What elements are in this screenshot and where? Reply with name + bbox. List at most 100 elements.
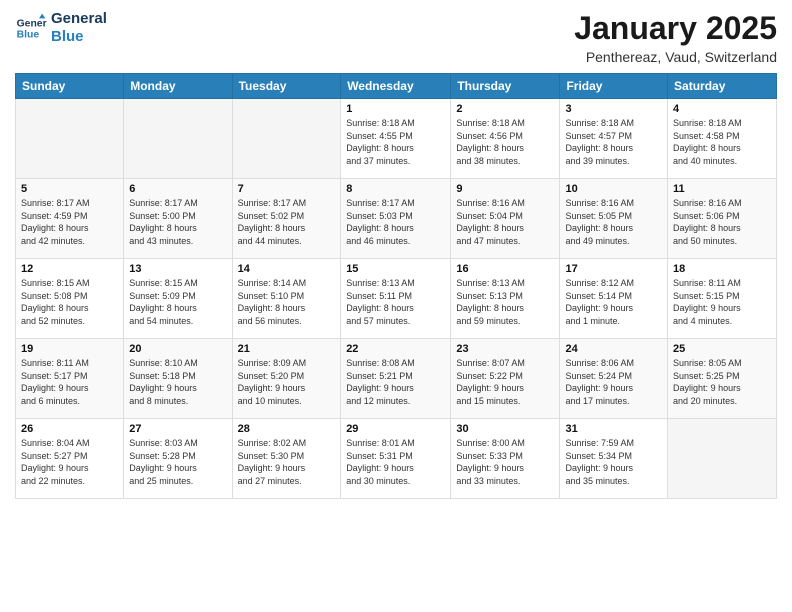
table-row: 24 Sunrise: 8:06 AM Sunset: 5:24 PM Dayli… (560, 339, 668, 419)
day-info: Sunrise: 8:01 AM Sunset: 5:31 PM Dayligh… (346, 437, 445, 487)
table-row: 15 Sunrise: 8:13 AM Sunset: 5:11 PM Dayli… (341, 259, 451, 339)
day-info: Sunrise: 8:18 AM Sunset: 4:58 PM Dayligh… (673, 117, 771, 167)
day-info: Sunrise: 8:04 AM Sunset: 5:27 PM Dayligh… (21, 437, 118, 487)
logo: General Blue GeneralBlue (15, 10, 107, 46)
day-number: 22 (346, 343, 445, 355)
day-number: 17 (565, 263, 662, 275)
day-number: 14 (238, 263, 336, 275)
day-number: 6 (129, 183, 226, 195)
day-number: 28 (238, 423, 336, 435)
table-row: 6 Sunrise: 8:17 AM Sunset: 5:00 PM Daylig… (124, 179, 232, 259)
day-number: 8 (346, 183, 445, 195)
logo-text: GeneralBlue (51, 10, 107, 46)
table-row: 20 Sunrise: 8:10 AM Sunset: 5:18 PM Dayli… (124, 339, 232, 419)
table-row: 8Sunrise: 8:17 AM Sunset: 5:03 PM Daylig… (341, 179, 451, 259)
day-number: 26 (21, 423, 118, 435)
month-title: January 2025 (574, 10, 777, 47)
svg-text:Blue: Blue (17, 30, 40, 41)
table-row: 5 Sunrise: 8:17 AM Sunset: 4:59 PM Daylig… (16, 179, 124, 259)
table-row: 12 Sunrise: 8:15 AM Sunset: 5:08 PM Dayli… (16, 259, 124, 339)
day-info: Sunrise: 8:16 AM Sunset: 5:06 PM Dayligh… (673, 197, 771, 247)
calendar-header-row: Sunday Monday Tuesday Wednesday Thursday… (16, 74, 777, 99)
day-info: Sunrise: 8:16 AM Sunset: 5:05 PM Dayligh… (565, 197, 662, 247)
day-number: 13 (129, 263, 226, 275)
table-row: 25 Sunrise: 8:05 AM Sunset: 5:25 PM Dayli… (668, 339, 777, 419)
table-row (668, 419, 777, 499)
col-tuesday: Tuesday (232, 74, 341, 99)
day-info: Sunrise: 8:13 AM Sunset: 5:11 PM Dayligh… (346, 277, 445, 327)
day-info: Sunrise: 8:18 AM Sunset: 4:56 PM Dayligh… (456, 117, 554, 167)
col-sunday: Sunday (16, 74, 124, 99)
day-info: Sunrise: 8:09 AM Sunset: 5:20 PM Dayligh… (238, 357, 336, 407)
calendar-week-5: 26 Sunrise: 8:04 AM Sunset: 5:27 PM Dayli… (16, 419, 777, 499)
page: General Blue GeneralBlue January 2025 Pe… (0, 0, 792, 612)
day-info: Sunrise: 8:18 AM Sunset: 4:55 PM Dayligh… (346, 117, 445, 167)
title-block: January 2025 Penthereaz, Vaud, Switzerla… (574, 10, 777, 65)
day-number: 18 (673, 263, 771, 275)
col-saturday: Saturday (668, 74, 777, 99)
day-info: Sunrise: 8:11 AM Sunset: 5:15 PM Dayligh… (673, 277, 771, 327)
svg-text:General: General (17, 18, 47, 29)
day-number: 30 (456, 423, 554, 435)
day-number: 15 (346, 263, 445, 275)
table-row: 17 Sunrise: 8:12 AM Sunset: 5:14 PM Dayli… (560, 259, 668, 339)
day-number: 23 (456, 343, 554, 355)
table-row: 21 Sunrise: 8:09 AM Sunset: 5:20 PM Dayli… (232, 339, 341, 419)
table-row: 13Sunrise: 8:15 AM Sunset: 5:09 PM Dayli… (124, 259, 232, 339)
table-row: 10Sunrise: 8:16 AM Sunset: 5:05 PM Dayli… (560, 179, 668, 259)
day-number: 12 (21, 263, 118, 275)
day-number: 5 (21, 183, 118, 195)
calendar: Sunday Monday Tuesday Wednesday Thursday… (15, 73, 777, 499)
calendar-week-1: 1 Sunrise: 8:18 AM Sunset: 4:55 PM Daylig… (16, 99, 777, 179)
table-row: 14Sunrise: 8:14 AM Sunset: 5:10 PM Dayli… (232, 259, 341, 339)
day-number: 20 (129, 343, 226, 355)
day-number: 3 (565, 103, 662, 115)
table-row: 26 Sunrise: 8:04 AM Sunset: 5:27 PM Dayli… (16, 419, 124, 499)
table-row: 7Sunrise: 8:17 AM Sunset: 5:02 PM Daylig… (232, 179, 341, 259)
table-row: 23 Sunrise: 8:07 AM Sunset: 5:22 PM Dayli… (451, 339, 560, 419)
day-info: Sunrise: 8:17 AM Sunset: 4:59 PM Dayligh… (21, 197, 118, 247)
day-number: 9 (456, 183, 554, 195)
col-friday: Friday (560, 74, 668, 99)
day-info: Sunrise: 8:15 AM Sunset: 5:08 PM Dayligh… (21, 277, 118, 327)
day-info: Sunrise: 8:17 AM Sunset: 5:02 PM Dayligh… (238, 197, 336, 247)
table-row: 3 Sunrise: 8:18 AM Sunset: 4:57 PM Daylig… (560, 99, 668, 179)
day-info: Sunrise: 8:16 AM Sunset: 5:04 PM Dayligh… (456, 197, 554, 247)
col-thursday: Thursday (451, 74, 560, 99)
day-number: 31 (565, 423, 662, 435)
calendar-week-4: 19Sunrise: 8:11 AM Sunset: 5:17 PM Dayli… (16, 339, 777, 419)
table-row: 9 Sunrise: 8:16 AM Sunset: 5:04 PM Daylig… (451, 179, 560, 259)
day-info: Sunrise: 8:05 AM Sunset: 5:25 PM Dayligh… (673, 357, 771, 407)
day-number: 25 (673, 343, 771, 355)
day-info: Sunrise: 8:08 AM Sunset: 5:21 PM Dayligh… (346, 357, 445, 407)
table-row (232, 99, 341, 179)
day-info: Sunrise: 8:10 AM Sunset: 5:18 PM Dayligh… (129, 357, 226, 407)
day-info: Sunrise: 8:17 AM Sunset: 5:00 PM Dayligh… (129, 197, 226, 247)
day-number: 1 (346, 103, 445, 115)
table-row: 1 Sunrise: 8:18 AM Sunset: 4:55 PM Daylig… (341, 99, 451, 179)
day-number: 24 (565, 343, 662, 355)
day-number: 27 (129, 423, 226, 435)
table-row (124, 99, 232, 179)
day-info: Sunrise: 8:12 AM Sunset: 5:14 PM Dayligh… (565, 277, 662, 327)
day-info: Sunrise: 8:11 AM Sunset: 5:17 PM Dayligh… (21, 357, 118, 407)
col-wednesday: Wednesday (341, 74, 451, 99)
day-info: Sunrise: 8:06 AM Sunset: 5:24 PM Dayligh… (565, 357, 662, 407)
day-info: Sunrise: 8:13 AM Sunset: 5:13 PM Dayligh… (456, 277, 554, 327)
table-row: 2Sunrise: 8:18 AM Sunset: 4:56 PM Daylig… (451, 99, 560, 179)
day-number: 21 (238, 343, 336, 355)
day-info: Sunrise: 8:00 AM Sunset: 5:33 PM Dayligh… (456, 437, 554, 487)
day-info: Sunrise: 8:18 AM Sunset: 4:57 PM Dayligh… (565, 117, 662, 167)
table-row: 4Sunrise: 8:18 AM Sunset: 4:58 PM Daylig… (668, 99, 777, 179)
day-number: 29 (346, 423, 445, 435)
calendar-week-2: 5 Sunrise: 8:17 AM Sunset: 4:59 PM Daylig… (16, 179, 777, 259)
logo-icon: General Blue (15, 12, 47, 44)
day-number: 11 (673, 183, 771, 195)
calendar-week-3: 12 Sunrise: 8:15 AM Sunset: 5:08 PM Dayli… (16, 259, 777, 339)
table-row: 22 Sunrise: 8:08 AM Sunset: 5:21 PM Dayli… (341, 339, 451, 419)
table-row: 16 Sunrise: 8:13 AM Sunset: 5:13 PM Dayli… (451, 259, 560, 339)
day-number: 16 (456, 263, 554, 275)
day-info: Sunrise: 8:07 AM Sunset: 5:22 PM Dayligh… (456, 357, 554, 407)
day-info: Sunrise: 8:03 AM Sunset: 5:28 PM Dayligh… (129, 437, 226, 487)
table-row: 30 Sunrise: 8:00 AM Sunset: 5:33 PM Dayli… (451, 419, 560, 499)
